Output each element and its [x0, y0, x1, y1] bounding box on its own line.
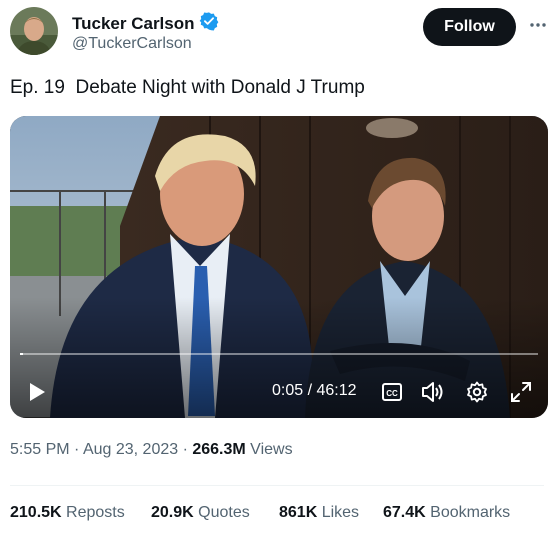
- handle[interactable]: @TuckerCarlson: [72, 35, 192, 53]
- quotes-count: 20.9K: [151, 504, 194, 521]
- reposts-label: Reposts: [61, 504, 125, 521]
- tweet-header: Tucker Carlson @TuckerCarlson Follow: [10, 7, 550, 55]
- time-separator: /: [303, 382, 317, 399]
- duration: 46:12: [316, 382, 357, 399]
- likes-count: 861K: [279, 504, 318, 521]
- bookmarks-count: 67.4K: [383, 504, 426, 521]
- time-display: 0:05 / 46:12: [272, 382, 357, 400]
- follow-button[interactable]: Follow: [423, 8, 516, 46]
- views-count: 266.3M: [192, 441, 246, 458]
- fullscreen-icon[interactable]: [508, 374, 534, 410]
- play-icon[interactable]: [24, 374, 50, 410]
- meta-separator: ·: [178, 441, 193, 458]
- name-row: Tucker Carlson: [72, 11, 219, 36]
- divider: [10, 485, 544, 486]
- post-time[interactable]: 5:55 PM: [10, 441, 70, 458]
- reposts-count: 210.5K: [10, 504, 62, 521]
- post-date[interactable]: Aug 23, 2023: [83, 441, 178, 458]
- tweet-meta: 5:55 PM · Aug 23, 2023 · 266.3M Views: [10, 441, 293, 459]
- settings-icon[interactable]: [464, 374, 490, 410]
- views-label: Views: [245, 441, 293, 458]
- bookmarks-stat[interactable]: 67.4K Bookmarks: [383, 504, 510, 522]
- bookmarks-label: Bookmarks: [425, 504, 511, 521]
- quotes-label: Quotes: [193, 504, 250, 521]
- meta-separator: ·: [69, 441, 83, 458]
- current-time: 0:05: [272, 382, 304, 399]
- captions-icon[interactable]: CC: [380, 374, 404, 410]
- display-name[interactable]: Tucker Carlson: [72, 14, 195, 34]
- video-player[interactable]: 0:05 / 46:12 CC: [10, 116, 548, 418]
- engagement-stats: 210.5K Reposts 20.9K Quotes 861K Likes 6…: [10, 504, 510, 522]
- progress-bar[interactable]: [20, 353, 538, 355]
- svg-text:CC: CC: [386, 389, 398, 398]
- likes-label: Likes: [317, 504, 360, 521]
- likes-stat[interactable]: 861K Likes: [279, 504, 383, 522]
- tweet-text: Ep. 19 Debate Night with Donald J Trump: [10, 77, 365, 98]
- video-controls: 0:05 / 46:12 CC: [10, 374, 548, 410]
- quotes-stat[interactable]: 20.9K Quotes: [151, 504, 279, 522]
- progress-fill: [20, 353, 23, 355]
- avatar[interactable]: [10, 7, 58, 55]
- volume-icon[interactable]: [420, 374, 446, 410]
- video-frame: [10, 116, 548, 418]
- more-dots-icon[interactable]: [526, 13, 550, 37]
- reposts-stat[interactable]: 210.5K Reposts: [10, 504, 151, 522]
- verified-badge-icon: [199, 11, 219, 36]
